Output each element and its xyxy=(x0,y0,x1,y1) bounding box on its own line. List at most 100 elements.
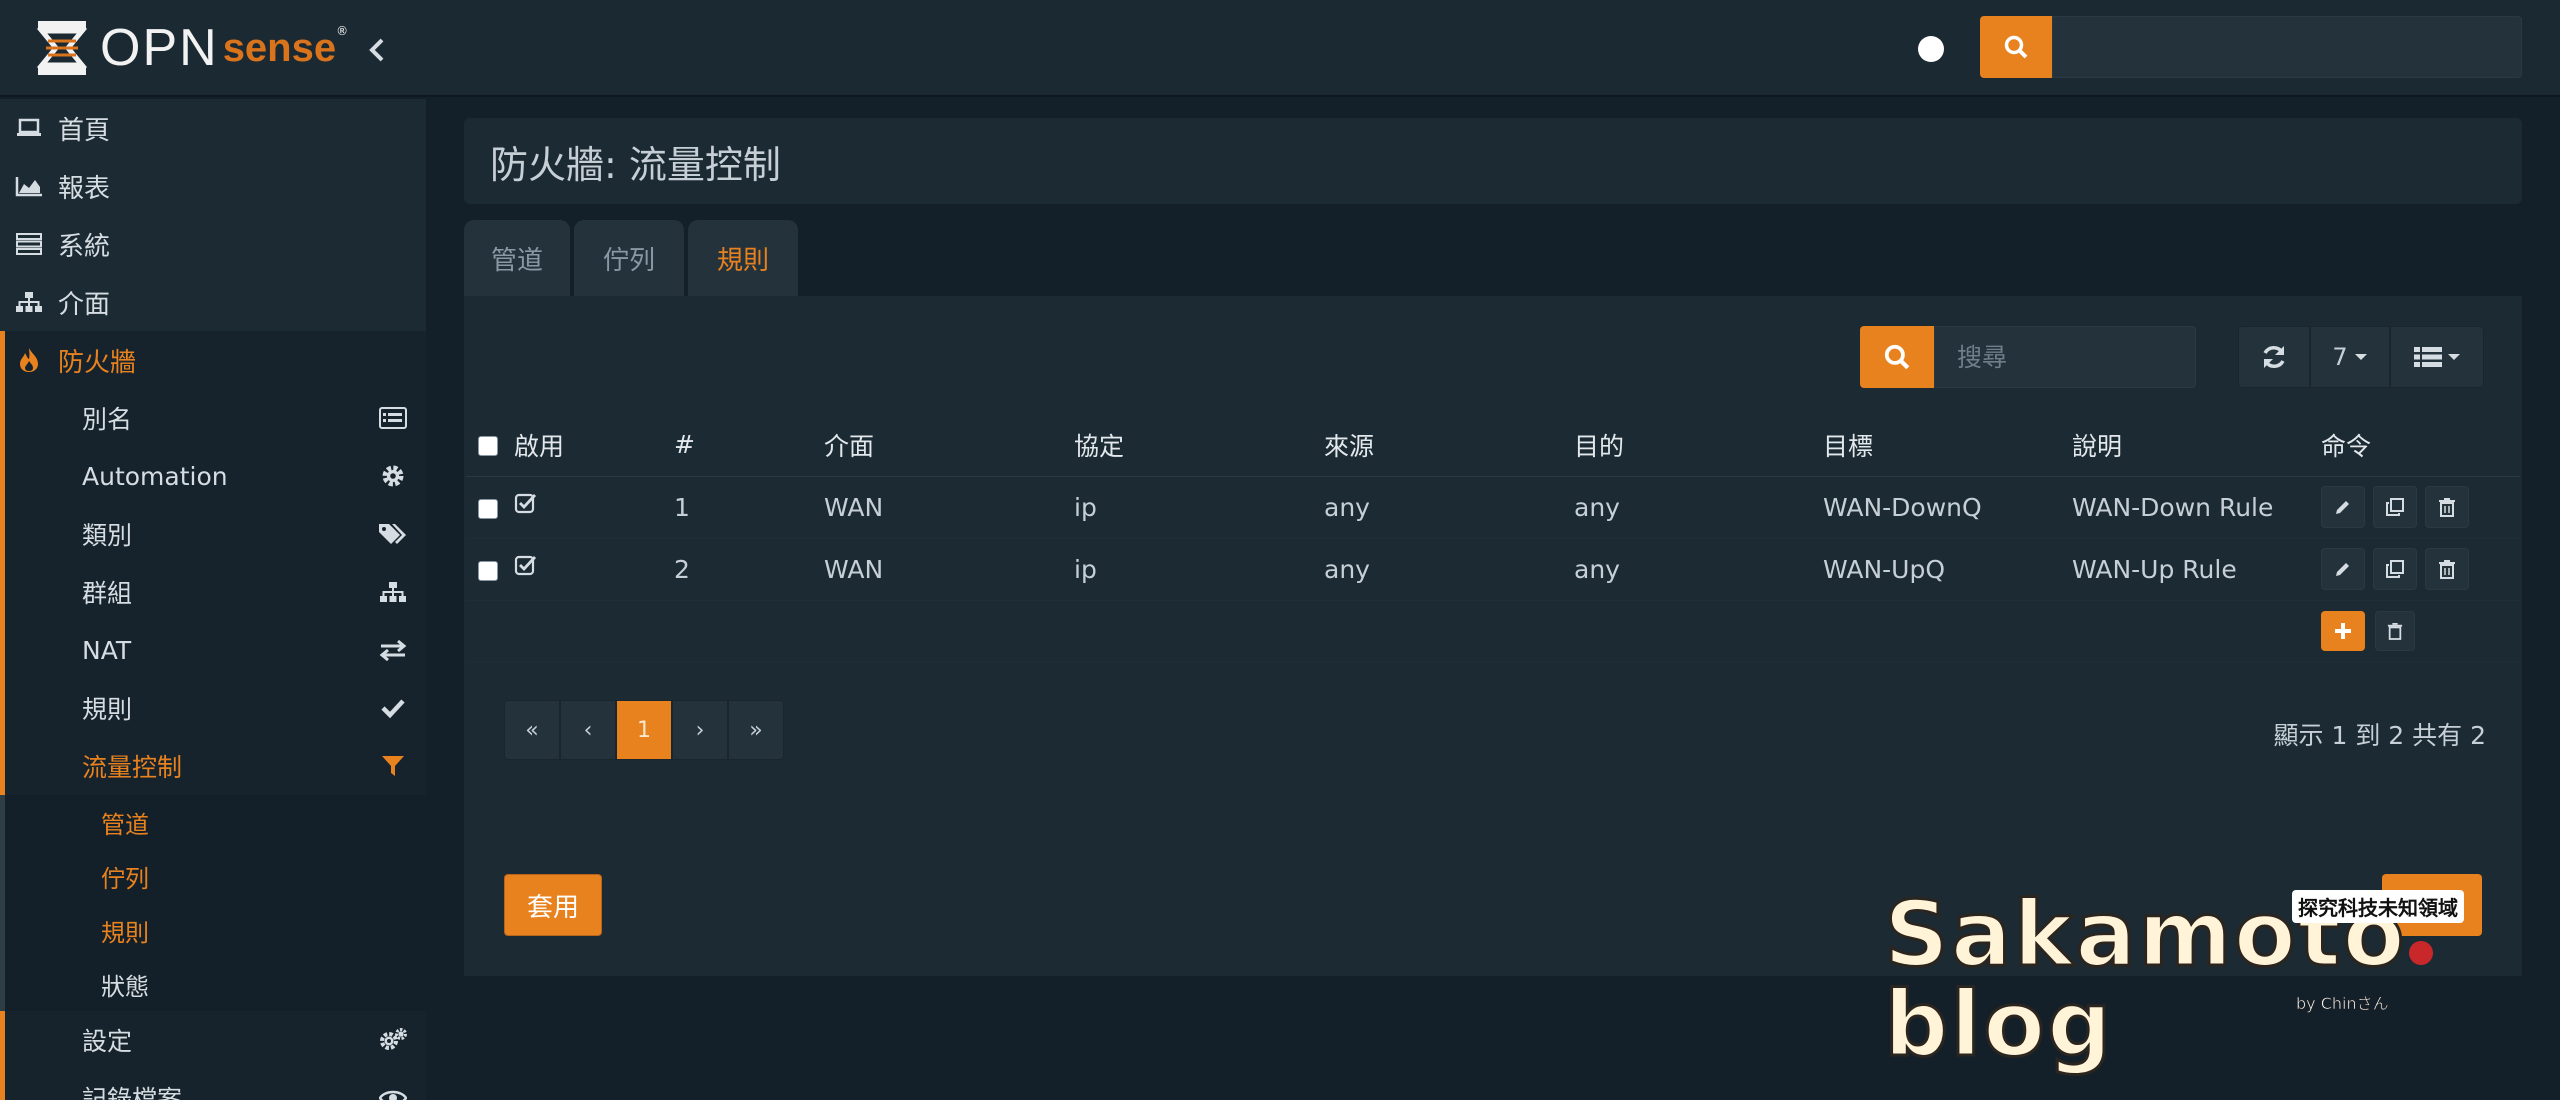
sidebar-item-label: 記錄檔案 xyxy=(82,1085,183,1100)
delete-button[interactable] xyxy=(2425,486,2469,528)
firewall-submenu: 別名 Automation 類別 群組 NAT 規則 流量控制 管道 佇列 規則… xyxy=(0,389,426,1100)
sidebar-item-status[interactable]: 狀態 xyxy=(5,957,426,1011)
clone-icon xyxy=(2386,560,2404,578)
watermark-logo: Sakamotoblog 探究科技未知領域 by Chinさん xyxy=(1883,888,2484,1071)
column-description[interactable]: 說明 xyxy=(2072,414,2321,477)
opnsense-logo[interactable]: OPN sense ® xyxy=(34,18,348,78)
enabled-check-icon[interactable] xyxy=(514,492,538,516)
list-icon xyxy=(2414,347,2442,367)
sidebar-item-system[interactable]: 系統 xyxy=(0,215,426,273)
sidebar-item-label: 介面 xyxy=(58,289,111,320)
area-chart-icon xyxy=(14,175,44,197)
cell-target: WAN-DownQ xyxy=(1823,476,2072,539)
caret-down-icon xyxy=(2354,354,2367,360)
sidebar-item-label: 規則 xyxy=(82,695,133,724)
page-next-button[interactable]: › xyxy=(672,700,728,760)
page-size-dropdown[interactable]: 7 xyxy=(2310,326,2390,388)
add-rule-button[interactable] xyxy=(2321,611,2365,651)
cell-protocol: ip xyxy=(1074,476,1324,539)
row-select-checkbox[interactable] xyxy=(478,560,498,581)
table-row: 1 WAN ip any any WAN-DownQ WAN-Down Rule xyxy=(466,476,2520,539)
sidebar-item-shaper-rules[interactable]: 規則 xyxy=(5,903,426,957)
table-header-row: 啟用 # 介面 協定 來源 目的 目標 說明 命令 xyxy=(466,414,2520,477)
sidebar-item-reporting[interactable]: 報表 xyxy=(0,157,426,215)
trash-icon xyxy=(2387,623,2403,640)
sidebar-item-log-files[interactable]: 記錄檔案 xyxy=(5,1069,426,1100)
opnsense-logo-icon xyxy=(36,21,88,75)
select-all-checkbox[interactable] xyxy=(478,436,498,457)
column-target[interactable]: 目標 xyxy=(1823,414,2072,477)
delete-button[interactable] xyxy=(2425,548,2469,590)
cell-source: any xyxy=(1324,476,1574,539)
cell-sequence: 2 xyxy=(674,538,824,601)
tab-pipes[interactable]: 管道 xyxy=(464,220,570,296)
pagination: « ‹ 1 › » xyxy=(504,700,784,760)
sidebar-item-aliases[interactable]: 別名 xyxy=(5,389,426,447)
enabled-check-icon[interactable] xyxy=(514,554,538,578)
column-commands: 命令 xyxy=(2321,414,2520,477)
sidebar-item-pipes[interactable]: 管道 xyxy=(5,795,426,849)
row-select-checkbox[interactable] xyxy=(478,498,498,519)
cell-target: WAN-UpQ xyxy=(1823,538,2072,601)
sidebar-item-automation[interactable]: Automation xyxy=(5,447,426,505)
sidebar-item-interfaces[interactable]: 介面 xyxy=(0,273,426,331)
pencil-icon xyxy=(2336,563,2349,576)
top-navbar: OPN sense ® xyxy=(0,0,2560,97)
tab-queues[interactable]: 佇列 xyxy=(574,220,684,296)
column-destination[interactable]: 目的 xyxy=(1574,414,1823,477)
grid-search-button[interactable] xyxy=(1860,326,1934,388)
page-prev-button[interactable]: ‹ xyxy=(560,700,616,760)
sidebar-item-lobby[interactable]: 首頁 xyxy=(0,99,426,157)
tab-rules[interactable]: 規則 xyxy=(688,220,798,296)
sidebar-item-label: 首頁 xyxy=(58,115,111,146)
sidebar-item-label: 別名 xyxy=(82,405,133,434)
grid-search-input[interactable] xyxy=(1934,326,2196,388)
column-protocol[interactable]: 協定 xyxy=(1074,414,1324,477)
sidebar-item-queues[interactable]: 佇列 xyxy=(5,849,426,903)
logo-wordmark: OPN xyxy=(100,19,219,77)
edit-button[interactable] xyxy=(2321,548,2365,590)
trash-icon xyxy=(2439,498,2455,517)
page-last-button[interactable]: » xyxy=(728,700,784,760)
sidebar-item-rules[interactable]: 規則 xyxy=(5,679,426,737)
caret-down-icon xyxy=(2448,354,2460,360)
check-icon xyxy=(378,694,408,722)
column-source[interactable]: 來源 xyxy=(1324,414,1574,477)
delete-selected-button[interactable] xyxy=(2375,611,2415,651)
top-search-input[interactable] xyxy=(2052,16,2522,78)
cell-description: WAN-Up Rule xyxy=(2072,538,2321,601)
pagination-info: 顯示 1 到 2 共有 2 xyxy=(2273,721,2486,750)
apply-button[interactable]: 套用 xyxy=(504,874,602,936)
rules-panel: 7 啟用 # 介面 協定 來源 目的 目標 xyxy=(464,296,2522,976)
grid-actions: 7 xyxy=(2238,326,2484,388)
sidebar-item-firewall[interactable]: 防火牆 xyxy=(0,331,426,389)
clone-button[interactable] xyxy=(2373,486,2417,528)
clone-button[interactable] xyxy=(2373,548,2417,590)
sidebar-item-nat[interactable]: NAT xyxy=(5,621,426,679)
column-interface[interactable]: 介面 xyxy=(824,414,1074,477)
sidebar-item-groups[interactable]: 群組 xyxy=(5,563,426,621)
column-enabled[interactable]: 啟用 xyxy=(514,414,674,477)
cell-destination: any xyxy=(1574,538,1823,601)
gear-icon xyxy=(378,462,408,490)
status-indicator-icon[interactable] xyxy=(1918,36,1944,62)
rules-table: 啟用 # 介面 協定 來源 目的 目標 說明 命令 1 WAN ip any a… xyxy=(466,414,2520,663)
collapse-sidebar-button[interactable] xyxy=(362,30,392,70)
tab-bar: 管道 佇列 規則 xyxy=(464,220,802,296)
page-current-button[interactable]: 1 xyxy=(616,700,672,760)
edit-button[interactable] xyxy=(2321,486,2365,528)
tags-icon xyxy=(378,520,408,548)
page-title: 防火牆: 流量控制 xyxy=(490,142,781,187)
refresh-button[interactable] xyxy=(2238,326,2310,388)
column-selection-dropdown[interactable] xyxy=(2390,326,2484,388)
sidebar-item-settings[interactable]: 設定 xyxy=(5,1011,426,1069)
gears-icon xyxy=(378,1026,408,1054)
sidebar-item-traffic-shaper[interactable]: 流量控制 xyxy=(5,737,426,795)
top-search-button[interactable] xyxy=(1980,16,2052,78)
sidebar-item-categories[interactable]: 類別 xyxy=(5,505,426,563)
page-first-button[interactable]: « xyxy=(504,700,560,760)
sidebar-item-label: NAT xyxy=(82,635,132,665)
watermark-author: by Chinさん xyxy=(2296,994,2389,1014)
list-alt-icon xyxy=(378,404,408,432)
column-sequence[interactable]: # xyxy=(674,414,824,477)
